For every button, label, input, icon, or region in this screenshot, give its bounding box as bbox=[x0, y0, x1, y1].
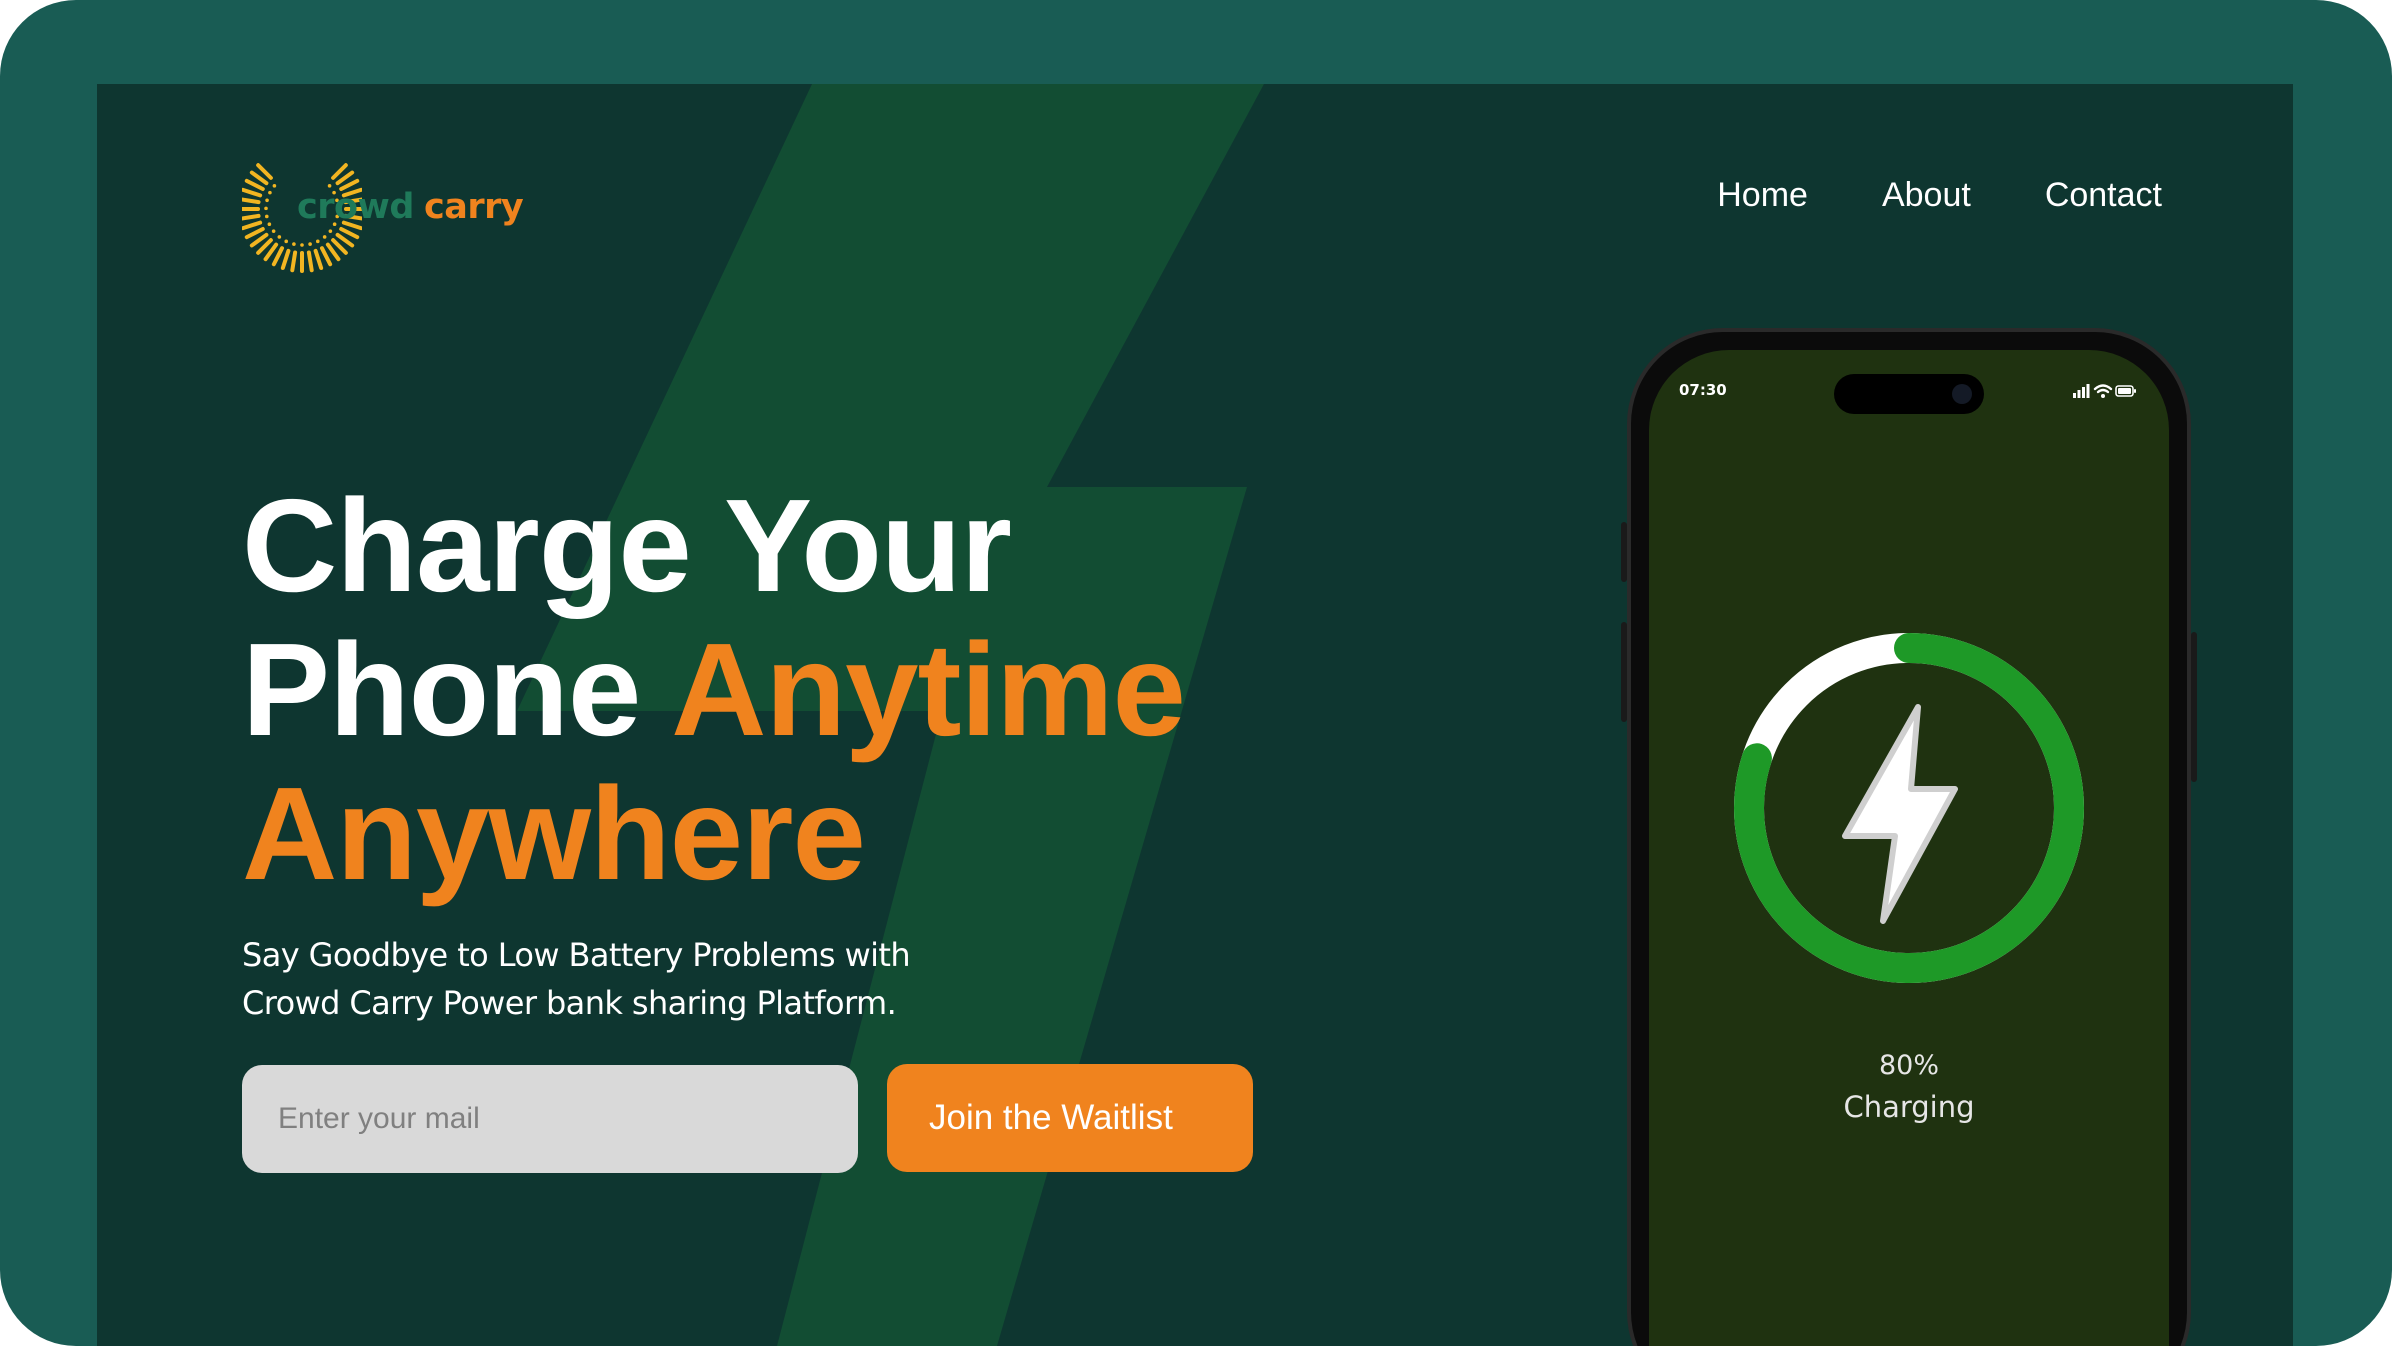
logo-dot bbox=[264, 206, 268, 211]
nav-about-link[interactable]: About bbox=[1882, 176, 1971, 215]
logo-ray bbox=[335, 232, 355, 248]
logo-dot bbox=[267, 222, 272, 227]
dynamic-island bbox=[1834, 374, 1984, 414]
logo-dot bbox=[277, 235, 282, 239]
brand-name-part1: crowd bbox=[297, 187, 414, 227]
logo-ray bbox=[244, 178, 265, 192]
logo-dot bbox=[272, 184, 277, 188]
signal-icon bbox=[2073, 384, 2090, 398]
logo-ray bbox=[242, 213, 261, 221]
logo-ray bbox=[263, 242, 279, 262]
charge-progress-ring bbox=[1734, 633, 2084, 983]
main-nav: Home About Contact bbox=[1717, 176, 2162, 215]
logo-ray bbox=[256, 163, 273, 180]
phone-side-button bbox=[2191, 632, 2197, 782]
charge-status-label: Charging bbox=[1843, 1090, 1975, 1124]
lightning-bolt-icon bbox=[1842, 704, 1958, 924]
logo-ray bbox=[249, 232, 269, 248]
logo-dot bbox=[322, 235, 327, 239]
phone-side-button bbox=[1621, 622, 1627, 722]
nav-home-link[interactable]: Home bbox=[1717, 176, 1808, 215]
hero-subtitle: Say Goodbye to Low Battery Problems with… bbox=[242, 931, 1002, 1027]
brand-logo[interactable]: crowd carry bbox=[242, 144, 562, 274]
headline-line3-orange: Anywhere bbox=[242, 760, 866, 907]
camera-icon bbox=[1952, 384, 1972, 404]
headline-line2-white: Phone bbox=[242, 616, 641, 763]
join-waitlist-button[interactable]: Join the Waitlist bbox=[887, 1064, 1253, 1172]
wifi-icon bbox=[2093, 384, 2113, 394]
status-time: 07:30 bbox=[1679, 381, 1727, 399]
logo-dot bbox=[315, 239, 320, 244]
logo-dot bbox=[284, 239, 289, 244]
logo-ray bbox=[325, 242, 341, 262]
logo-ray bbox=[244, 226, 265, 240]
subtitle-line2: Crowd Carry Power bank sharing Platform. bbox=[242, 984, 897, 1022]
logo-dot bbox=[265, 198, 269, 203]
subtitle-line1: Say Goodbye to Low Battery Problems with bbox=[242, 936, 911, 974]
logo-ray bbox=[331, 238, 348, 255]
logo-ray bbox=[256, 238, 273, 255]
headline-line1: Charge Your bbox=[242, 472, 1012, 619]
logo-dot bbox=[292, 242, 296, 246]
logo-ray bbox=[306, 250, 314, 273]
brand-name-part2: carry bbox=[423, 187, 524, 227]
logo-ray bbox=[271, 246, 285, 267]
logo-ray bbox=[335, 170, 355, 186]
status-icons bbox=[2073, 384, 2136, 398]
headline-line2-orange: Anytime bbox=[671, 616, 1186, 763]
logo-ray bbox=[331, 163, 348, 180]
logo-ray bbox=[242, 197, 261, 205]
logo-ray bbox=[319, 246, 333, 267]
logo-dot bbox=[264, 214, 269, 219]
wifi-dot bbox=[2101, 394, 2105, 398]
logo-dot bbox=[328, 229, 333, 233]
phone-side-button bbox=[1621, 522, 1627, 582]
battery-icon bbox=[2115, 385, 2136, 397]
charge-percent: 80% bbox=[1878, 1050, 1939, 1081]
logo-ray bbox=[242, 187, 263, 198]
logo-ray bbox=[290, 250, 298, 273]
hero-headline: Charge Your Phone Anytime Anywhere bbox=[242, 474, 1342, 906]
logo-dot bbox=[271, 229, 276, 233]
nav-contact-link[interactable]: Contact bbox=[2045, 176, 2162, 215]
phone-screen: 07:30 80% Charging bbox=[1649, 350, 2169, 1346]
logo-dot bbox=[308, 242, 312, 246]
window-frame: crowd carry Home About Contact Charge You… bbox=[0, 0, 2392, 1346]
logo-ray bbox=[249, 170, 269, 186]
logo-dot bbox=[268, 190, 272, 195]
logo-ray bbox=[280, 248, 291, 270]
logo-ray bbox=[313, 248, 324, 270]
phone-mockup: 07:30 80% Charging bbox=[1621, 328, 2197, 1346]
logo-ray bbox=[339, 226, 360, 240]
logo-dot bbox=[300, 243, 304, 247]
logo-ray bbox=[242, 220, 263, 231]
brand-name: crowd carry bbox=[297, 187, 524, 227]
email-input[interactable] bbox=[242, 1065, 858, 1173]
landing-page: crowd carry Home About Contact Charge You… bbox=[97, 84, 2293, 1346]
